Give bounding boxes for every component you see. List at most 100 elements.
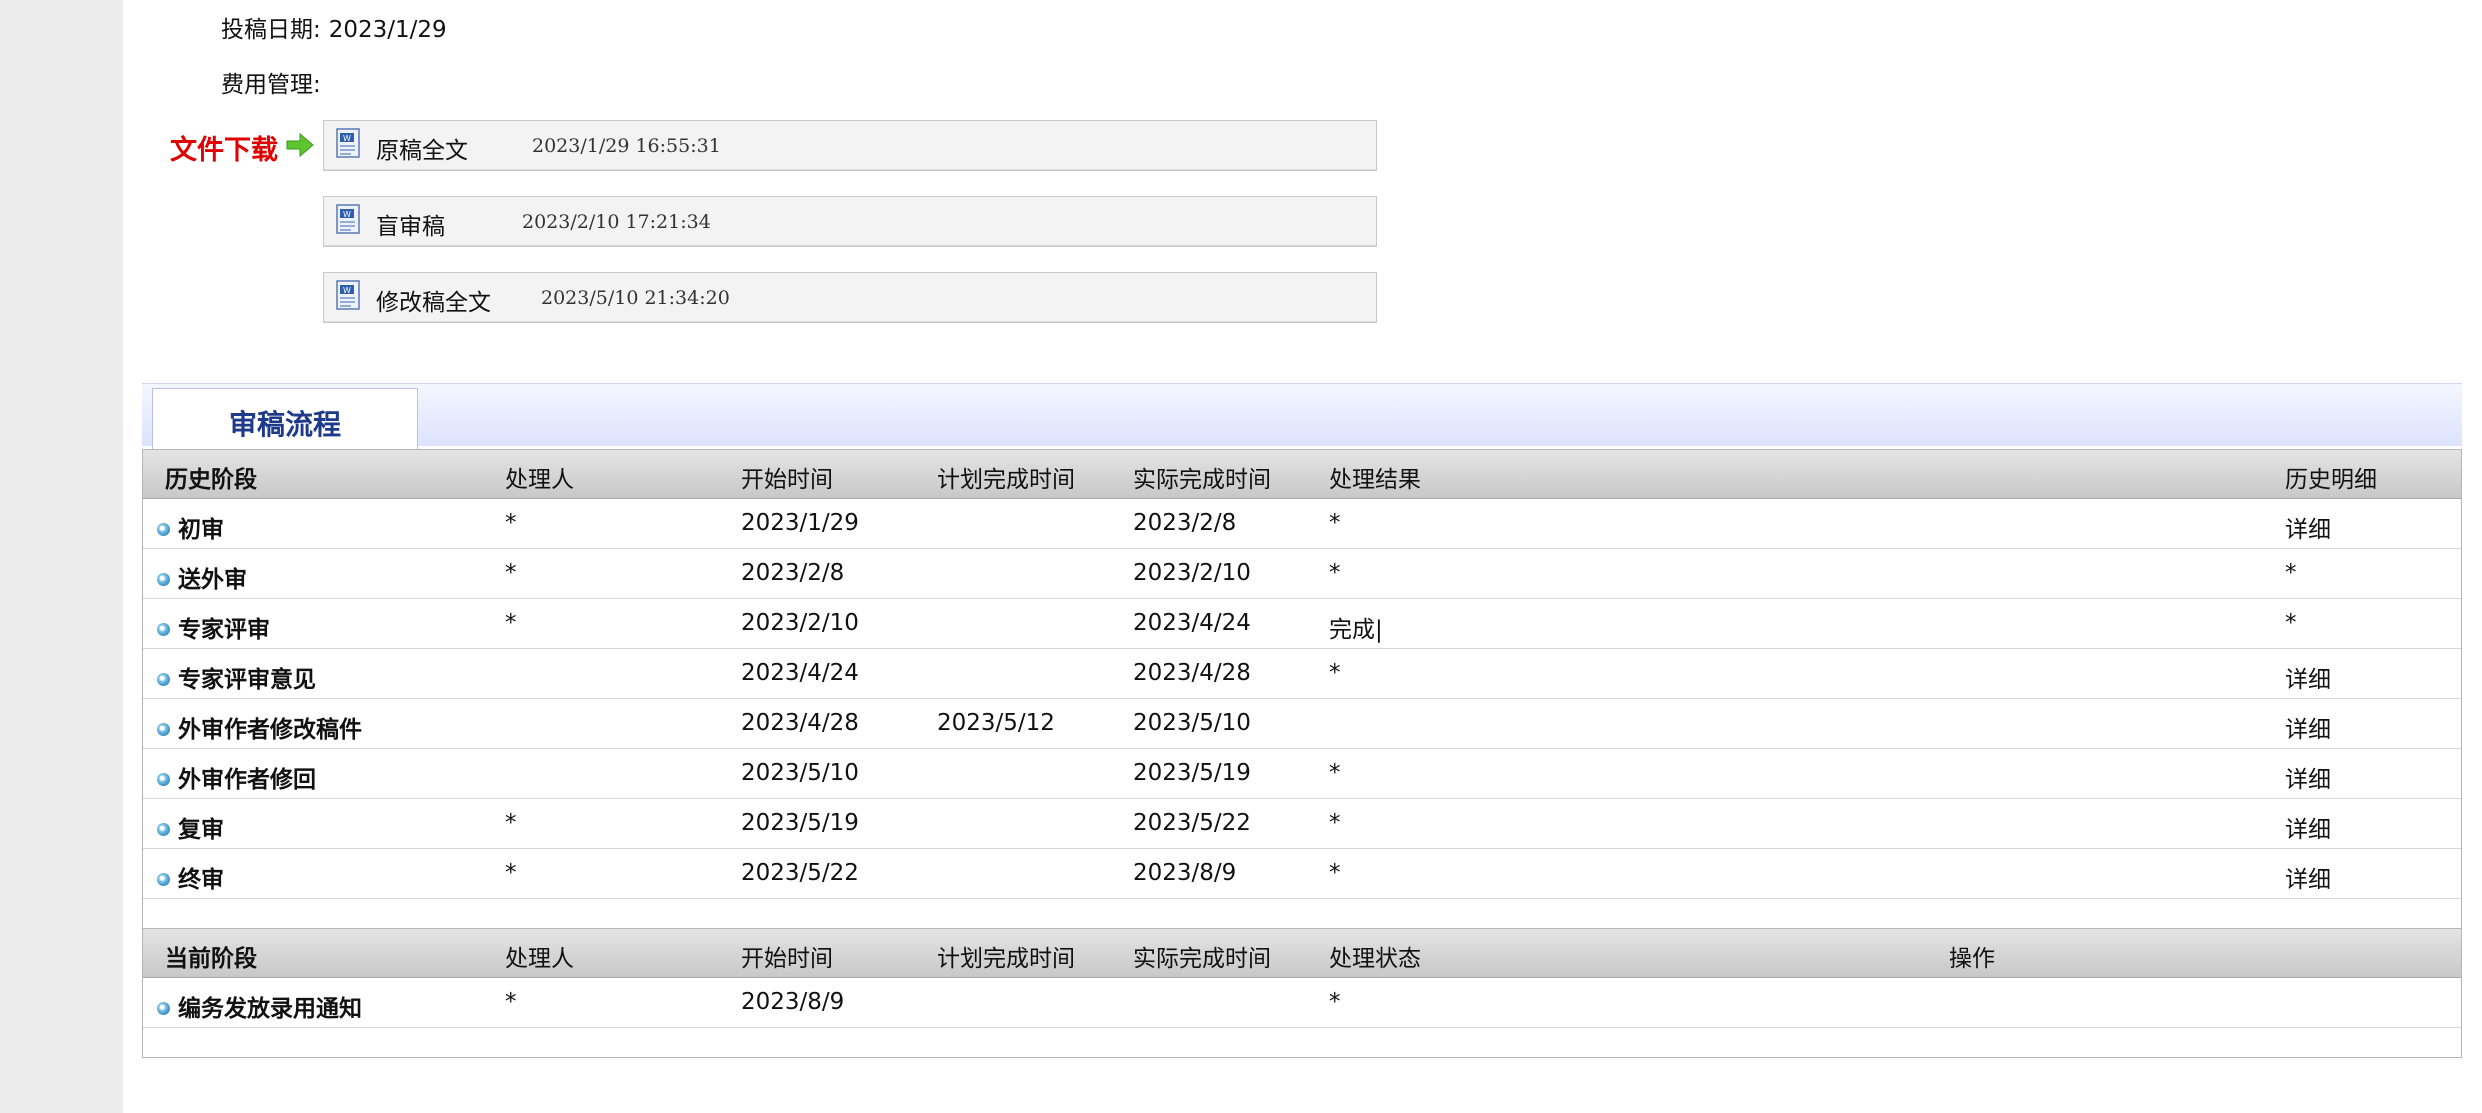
file-blind-review-draft[interactable]: W 盲审稿 2023/2/10 17:21:34 — [323, 196, 1377, 247]
detail-link[interactable]: 详细 — [2285, 510, 2331, 544]
col-history-detail: 历史明细 — [2285, 467, 2377, 493]
stage-name: 编务发放录用通知 — [157, 989, 362, 1023]
current-row: 编务发放录用通知 * 2023/8/9 * — [143, 977, 2461, 1028]
history-row: 复审 * 2023/5/19 2023/5/22 * 详细 — [143, 798, 2461, 849]
result: * — [1329, 510, 1341, 536]
result: * — [1329, 660, 1341, 686]
start-time: 2023/4/28 — [741, 710, 859, 736]
actual-finish: 2023/5/19 — [1133, 760, 1251, 786]
start-time: 2023/8/9 — [741, 989, 845, 1015]
col-start-time: 开始时间 — [741, 467, 833, 493]
file-date: 2023/1/29 16:55:31 — [532, 135, 721, 157]
history-row: 送外审 * 2023/2/8 2023/2/10 * * — [143, 548, 2461, 599]
detail-value: * — [2285, 560, 2297, 586]
stage-name: 专家评审意见 — [157, 660, 316, 694]
history-row: 外审作者修改稿件 2023/4/28 2023/5/12 2023/5/10 详… — [143, 698, 2461, 749]
file-name[interactable]: 原稿全文 — [376, 131, 468, 165]
col-actual-finish: 实际完成时间 — [1133, 946, 1271, 972]
handler: * — [505, 610, 517, 636]
actual-finish: 2023/2/8 — [1133, 510, 1237, 536]
actual-finish: 2023/5/22 — [1133, 810, 1251, 836]
submission-date: 投稿日期: 2023/1/29 — [221, 10, 447, 44]
col-current-stage: 当前阶段 — [165, 946, 257, 972]
detail-link[interactable]: 详细 — [2285, 660, 2331, 694]
detail-link[interactable]: 详细 — [2285, 760, 2331, 794]
col-action: 操作 — [1949, 946, 1995, 972]
col-actual-finish: 实际完成时间 — [1133, 467, 1271, 493]
col-planned-finish: 计划完成时间 — [937, 946, 1075, 972]
bullet-icon — [157, 823, 170, 836]
status: * — [1329, 989, 1341, 1015]
word-document-icon: W — [336, 204, 360, 234]
bullet-icon — [157, 723, 170, 736]
history-header-row: 历史阶段 处理人 开始时间 计划完成时间 实际完成时间 处理结果 历史明细 — [143, 450, 2461, 499]
stage-name: 终审 — [157, 860, 224, 894]
current-header-row: 当前阶段 处理人 开始时间 计划完成时间 实际完成时间 处理状态 操作 — [143, 929, 2461, 978]
file-name[interactable]: 盲审稿 — [376, 207, 445, 241]
left-margin-strip — [0, 0, 123, 1113]
stage-name: 复审 — [157, 810, 224, 844]
tab-bar: 审稿流程 — [142, 383, 2462, 450]
actual-finish: 2023/4/24 — [1133, 610, 1251, 636]
history-row: 终审 * 2023/5/22 2023/8/9 * 详细 — [143, 848, 2461, 899]
handler: * — [505, 989, 517, 1015]
file-name[interactable]: 修改稿全文 — [376, 283, 491, 317]
result: * — [1329, 810, 1341, 836]
stage-name: 初审 — [157, 510, 224, 544]
submission-date-label: 投稿日期: — [221, 17, 321, 43]
col-handler: 处理人 — [505, 467, 574, 493]
tab-label: 审稿流程 — [228, 408, 341, 441]
bullet-icon — [157, 773, 170, 786]
svg-text:W: W — [343, 286, 351, 295]
col-history-stage: 历史阶段 — [165, 467, 257, 493]
review-process-panel: 审稿流程 历史阶段 处理人 开始时间 计划完成时间 实际完成时间 处理结果 历史… — [142, 383, 2462, 1058]
svg-text:W: W — [343, 210, 351, 219]
col-result: 处理结果 — [1329, 467, 1421, 493]
handler: * — [505, 810, 517, 836]
col-start-time: 开始时间 — [741, 946, 833, 972]
start-time: 2023/2/10 — [741, 610, 859, 636]
bullet-icon — [157, 623, 170, 636]
stage-name: 外审作者修改稿件 — [157, 710, 362, 744]
bullet-icon — [157, 1002, 170, 1015]
result: * — [1329, 860, 1341, 886]
file-original-full-text[interactable]: W 原稿全文 2023/1/29 16:55:31 — [323, 120, 1377, 171]
planned-finish: 2023/5/12 — [937, 710, 1055, 736]
start-time: 2023/5/22 — [741, 860, 859, 886]
start-time: 2023/5/10 — [741, 760, 859, 786]
file-download-label: 文件下载 — [170, 135, 278, 166]
file-revised-full-text[interactable]: W 修改稿全文 2023/5/10 21:34:20 — [323, 272, 1377, 323]
stage-name: 送外审 — [157, 560, 247, 594]
fee-management: 费用管理: — [221, 65, 321, 99]
word-document-icon: W — [336, 128, 360, 158]
actual-finish: 2023/4/28 — [1133, 660, 1251, 686]
svg-text:W: W — [343, 134, 351, 143]
col-planned-finish: 计划完成时间 — [937, 467, 1075, 493]
handler: * — [505, 510, 517, 536]
bullet-icon — [157, 873, 170, 886]
col-status: 处理状态 — [1329, 946, 1421, 972]
detail-link[interactable]: 详细 — [2285, 860, 2331, 894]
result: 完成| — [1329, 617, 1383, 643]
result: * — [1329, 560, 1341, 586]
submission-date-value: 2023/1/29 — [328, 17, 447, 43]
bullet-icon — [157, 673, 170, 686]
fee-management-label: 费用管理: — [221, 72, 321, 98]
tab-review-process[interactable]: 审稿流程 — [152, 388, 418, 450]
history-row: 专家评审 * 2023/2/10 2023/4/24 完成| * — [143, 598, 2461, 649]
stage-name: 外审作者修回 — [157, 760, 316, 794]
actual-finish: 2023/2/10 — [1133, 560, 1251, 586]
stage-name: 专家评审 — [157, 610, 270, 644]
actual-finish: 2023/8/9 — [1133, 860, 1237, 886]
history-row: 专家评审意见 2023/4/24 2023/4/28 * 详细 — [143, 648, 2461, 699]
current-spacer-row — [143, 1027, 2461, 1058]
history-row: 初审 * 2023/1/29 2023/2/8 * 详细 — [143, 498, 2461, 549]
handler: * — [505, 860, 517, 886]
green-arrow-icon — [286, 132, 314, 158]
detail-link[interactable]: 详细 — [2285, 810, 2331, 844]
history-row: 外审作者修回 2023/5/10 2023/5/19 * 详细 — [143, 748, 2461, 799]
start-time: 2023/4/24 — [741, 660, 859, 686]
start-time: 2023/1/29 — [741, 510, 859, 536]
detail-value: * — [2285, 610, 2297, 636]
detail-link[interactable]: 详细 — [2285, 710, 2331, 744]
